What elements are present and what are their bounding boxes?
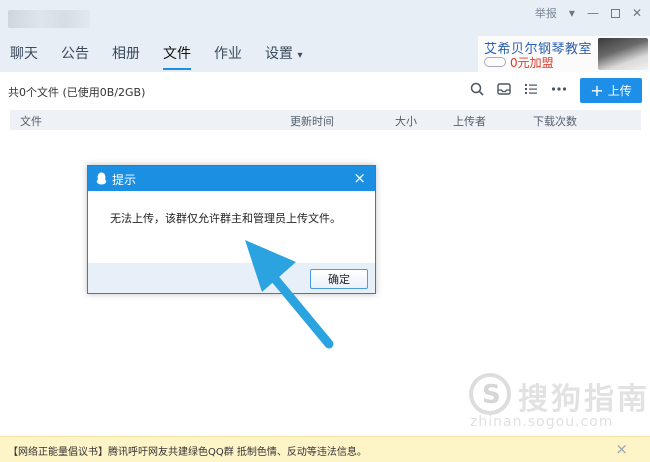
notice-close-icon[interactable]: × xyxy=(615,440,628,458)
watermark-text: 搜狗指南 xyxy=(518,382,650,417)
notice-bar: 【网络正能量倡议书】腾讯呼吁网友共建绿色QQ群 抵制色情、反动等违法信息。 × xyxy=(0,436,650,462)
notice-text[interactable]: 【网络正能量倡议书】腾讯呼吁网友共建绿色QQ群 抵制色情、反动等违法信息。 xyxy=(8,443,367,458)
watermark-s-glyph: S xyxy=(482,380,501,410)
watermark-url: zhinan.sogou.com xyxy=(470,414,614,430)
